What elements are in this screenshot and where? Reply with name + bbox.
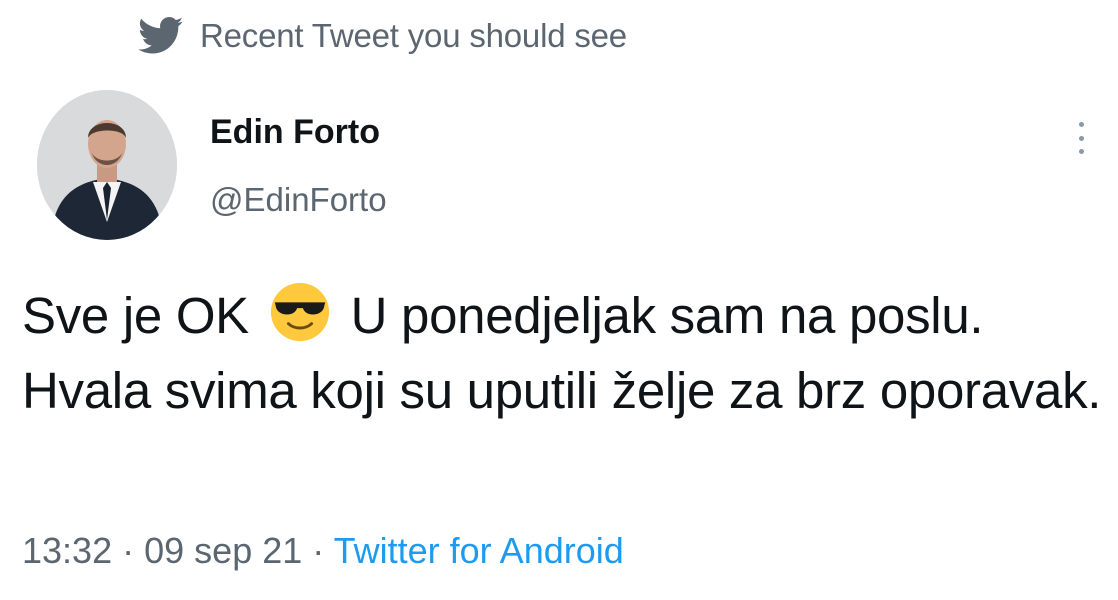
- tweet-card[interactable]: Recent Tweet you should see Edin Forto @…: [0, 0, 1118, 600]
- more-dot: [1078, 122, 1084, 127]
- tweet-date[interactable]: 09 sep 21: [144, 530, 302, 571]
- more-options-icon[interactable]: [1066, 118, 1096, 158]
- twitter-bird-icon: [138, 17, 184, 54]
- smiling-face-with-sunglasses-icon: [270, 282, 329, 342]
- meta-separator: ·: [122, 530, 135, 571]
- more-dot: [1078, 149, 1084, 154]
- meta-separator: ·: [312, 530, 325, 571]
- more-dot: [1078, 135, 1084, 141]
- context-label: Recent Tweet you should see: [200, 17, 627, 54]
- avatar-image: [37, 90, 177, 240]
- tweet-text-part1: Sve je OK: [22, 287, 249, 344]
- tweet-source-link[interactable]: Twitter for Android: [334, 530, 624, 571]
- avatar[interactable]: [37, 90, 177, 240]
- tweet-text: Sve je OK U ponedjeljak sam na poslu. Hv…: [22, 278, 1102, 428]
- tweet-time[interactable]: 13:32: [22, 530, 112, 571]
- tweet-meta: 13:32 · 09 sep 21 · Twitter for Android: [22, 530, 624, 572]
- context-bar: Recent Tweet you should see: [138, 14, 627, 58]
- author-handle[interactable]: @EdinForto: [210, 181, 387, 219]
- author-name[interactable]: Edin Forto: [210, 113, 380, 152]
